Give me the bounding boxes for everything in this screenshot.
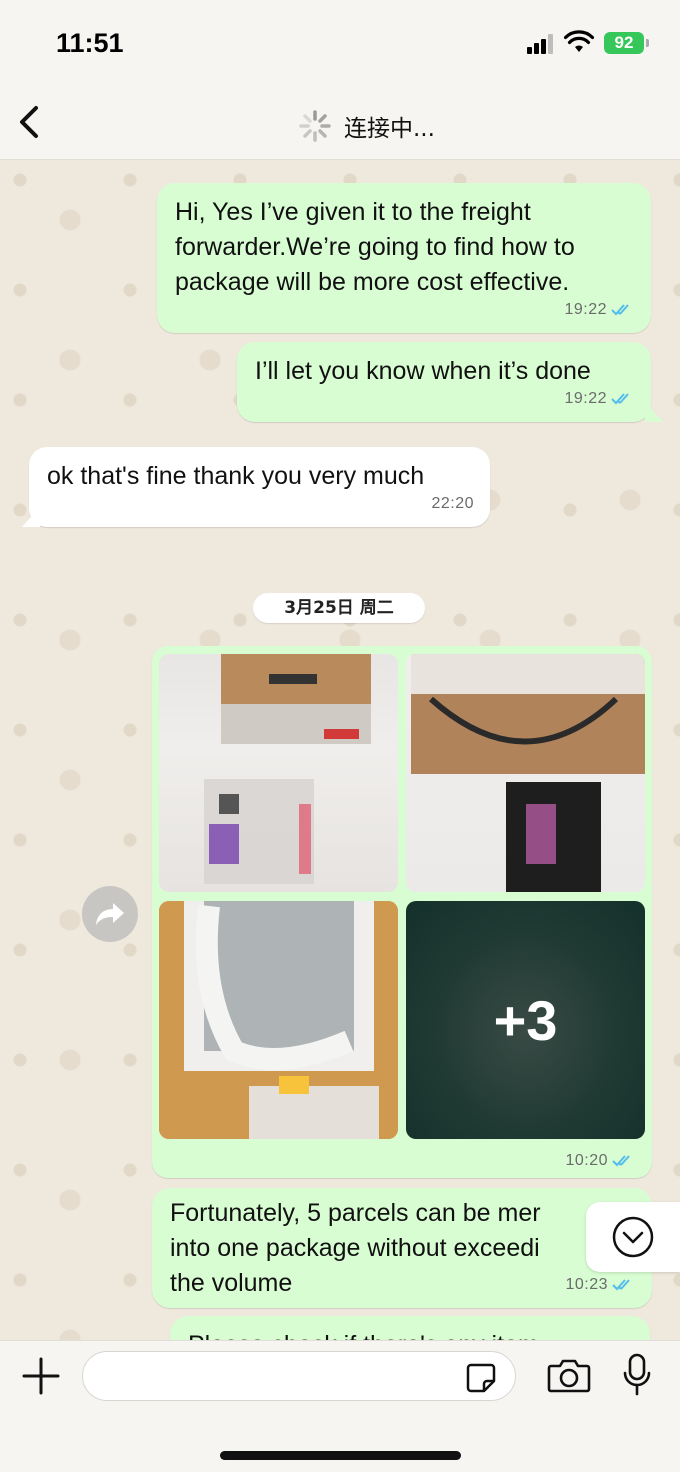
message-bubble-outgoing[interactable]: Fortunately, 5 parcels can be mer into o… bbox=[152, 1188, 652, 1308]
photo-image bbox=[411, 654, 645, 892]
message-text-line: into one package without exceedi bbox=[170, 1234, 540, 1262]
message-text: Hi, Yes I’ve given it to the freight for… bbox=[175, 198, 575, 296]
chat-header: 连接中... bbox=[0, 90, 680, 160]
bubble-tail bbox=[645, 402, 663, 422]
message-input[interactable] bbox=[101, 1352, 451, 1400]
message-text-line: Fortunately, 5 parcels can be mer bbox=[170, 1199, 541, 1227]
read-ticks-icon bbox=[611, 303, 629, 315]
scroll-to-bottom-button[interactable] bbox=[586, 1202, 680, 1272]
message-time: 22:20 bbox=[431, 495, 474, 512]
back-chevron-icon[interactable] bbox=[12, 100, 48, 144]
photo-thumbnail[interactable] bbox=[159, 654, 398, 892]
sticker-icon[interactable] bbox=[465, 1362, 497, 1394]
status-time: 11:51 bbox=[56, 28, 124, 58]
photo-album-message[interactable]: +3 10:20 bbox=[152, 646, 652, 1178]
message-text: Please check if there's any item bbox=[188, 1328, 632, 1340]
message-text-line: the volume bbox=[170, 1269, 293, 1297]
message-time: 10:20 bbox=[565, 1152, 608, 1169]
message-input-box[interactable] bbox=[82, 1351, 516, 1401]
message-meta: 19:22 bbox=[564, 292, 635, 327]
home-indicator bbox=[220, 1451, 461, 1460]
photo-thumbnail[interactable] bbox=[406, 654, 645, 892]
message-bubble-incoming[interactable]: ok that's fine thank you very much 22:20 bbox=[29, 447, 490, 527]
message-meta: 19:22 bbox=[564, 381, 635, 416]
read-ticks-icon bbox=[612, 1278, 630, 1290]
message-bubble-outgoing-partial[interactable]: Please check if there's any item bbox=[170, 1316, 650, 1340]
date-separator: 3月25日 周二 bbox=[253, 593, 425, 623]
message-bubble-outgoing[interactable]: I’ll let you know when it’s done 19:22 bbox=[237, 342, 651, 422]
photo-image bbox=[159, 901, 398, 1139]
message-meta: 10:23 bbox=[565, 1267, 636, 1302]
chevron-down-icon bbox=[612, 1216, 654, 1258]
mic-icon[interactable] bbox=[622, 1353, 652, 1397]
message-time: 19:22 bbox=[564, 390, 607, 407]
plus-icon[interactable] bbox=[22, 1357, 60, 1395]
forward-icon bbox=[96, 903, 124, 925]
message-meta: 10:20 bbox=[565, 1152, 636, 1170]
bubble-tail bbox=[22, 507, 40, 527]
photo-thumbnail[interactable] bbox=[159, 901, 398, 1139]
read-ticks-icon bbox=[611, 392, 629, 404]
message-meta: 22:20 bbox=[431, 486, 474, 521]
message-time: 10:23 bbox=[565, 1276, 608, 1293]
battery-indicator: 92 bbox=[604, 32, 649, 54]
more-photos-count: +3 bbox=[493, 988, 558, 1052]
read-ticks-icon bbox=[612, 1155, 630, 1167]
header-title: 连接中... bbox=[344, 116, 435, 142]
status-bar: 11:51 92 bbox=[0, 0, 680, 90]
connection-status: 连接中... bbox=[298, 108, 435, 144]
spinner-icon bbox=[299, 110, 331, 142]
message-text: ok that's fine thank you very much bbox=[47, 462, 425, 490]
signal-icon bbox=[527, 34, 555, 54]
camera-icon[interactable] bbox=[547, 1357, 591, 1393]
message-composer bbox=[0, 1340, 680, 1472]
message-time: 19:22 bbox=[564, 301, 607, 318]
photo-thumbnail-more[interactable]: +3 bbox=[406, 901, 645, 1139]
photo-image bbox=[204, 654, 371, 884]
forward-button[interactable] bbox=[82, 886, 138, 942]
message-bubble-outgoing[interactable]: Hi, Yes I’ve given it to the freight for… bbox=[157, 183, 651, 333]
wifi-icon bbox=[564, 30, 594, 52]
